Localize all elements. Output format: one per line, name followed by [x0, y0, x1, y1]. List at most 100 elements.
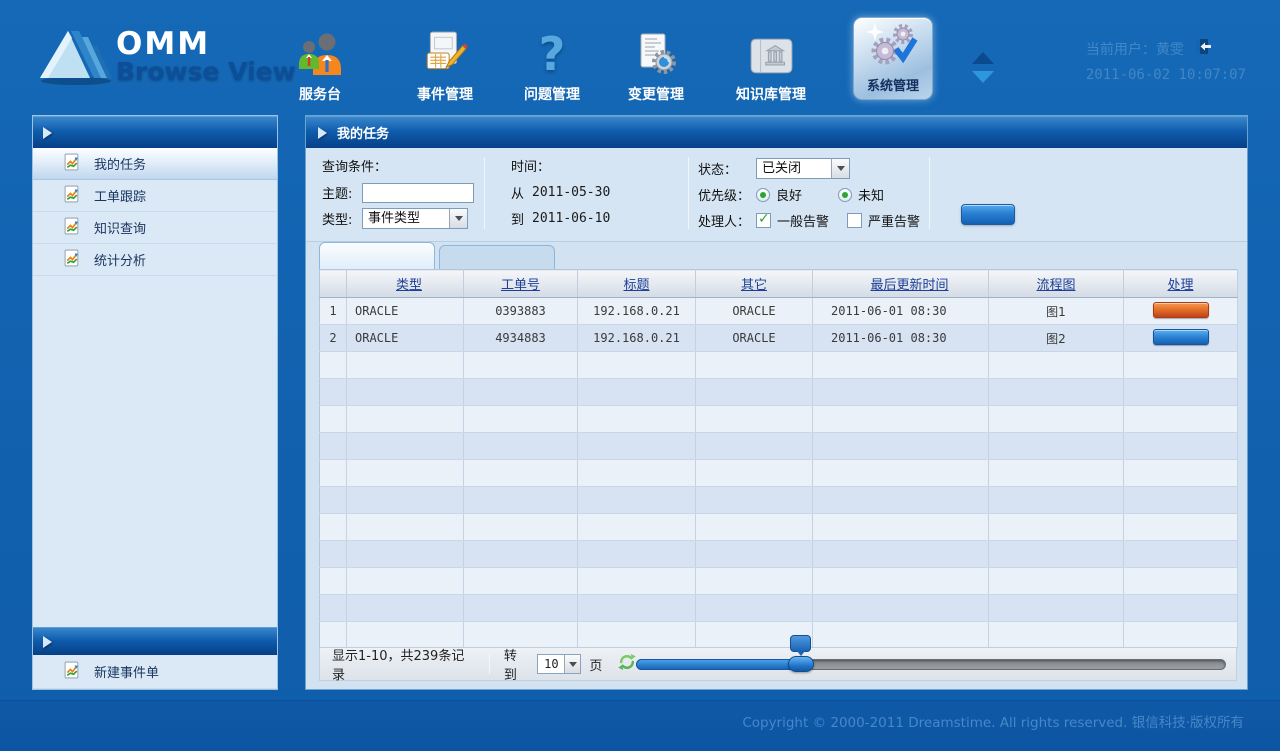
cell-flow [989, 352, 1124, 379]
sidebar-top-bar [33, 116, 277, 148]
cell-updated: 2011-06-01 08:30 [813, 298, 989, 325]
row-action-button[interactable] [1153, 329, 1209, 345]
header-index [320, 270, 347, 298]
cell-index [320, 568, 347, 595]
handler-checkbox-general[interactable] [756, 213, 771, 228]
handler-checkbox-severe[interactable] [847, 213, 862, 228]
tab-2[interactable] [439, 245, 555, 269]
cell-type [347, 541, 464, 568]
from-date-value: 2011-05-30 [532, 185, 610, 200]
header-action[interactable]: 处理 [1124, 270, 1238, 298]
cell-title [578, 352, 696, 379]
page-footer: Copyright © 2000-2011 Dreamstime. All ri… [0, 700, 1280, 751]
handler-option-label: 严重告警 [868, 211, 920, 230]
page-select-value: 10 [538, 655, 564, 673]
cell-other [696, 406, 813, 433]
cell-action [1124, 568, 1238, 595]
header-ticket-no[interactable]: 工单号 [464, 270, 578, 298]
row-action-button[interactable] [1153, 302, 1209, 318]
priority-radio-unknown[interactable] [838, 188, 852, 202]
cell-index [320, 433, 347, 460]
logout-icon[interactable] [1192, 38, 1211, 59]
cell-ticket_no [464, 406, 578, 433]
status-select[interactable]: 已关闭 [756, 158, 850, 179]
sidebar-item-label: 我的任务 [94, 154, 146, 173]
cell-action [1124, 298, 1238, 325]
cell-updated [813, 487, 989, 514]
people-icon [296, 25, 344, 77]
tab-1[interactable] [319, 242, 435, 269]
cell-index [320, 541, 347, 568]
panel-title: 我的任务 [337, 123, 389, 142]
table-row [320, 433, 1238, 460]
slider-handle[interactable] [788, 656, 814, 672]
sidebar-item-new-incident[interactable]: 新建事件单 [33, 655, 277, 689]
logo-triangle-icon [38, 24, 114, 86]
nav-item-system-mgmt[interactable]: 系统管理 [853, 17, 933, 100]
cell-title [578, 622, 696, 649]
panel-header: 我的任务 [306, 116, 1247, 148]
priority-radio-good[interactable] [756, 188, 770, 202]
book-icon [747, 25, 795, 77]
cell-ticket_no [464, 352, 578, 379]
cell-ticket_no [464, 460, 578, 487]
header-flow[interactable]: 流程图 [989, 270, 1124, 298]
priority-option-label: 未知 [858, 185, 884, 204]
sidebar-item-label: 新建事件单 [94, 662, 159, 681]
table-row [320, 541, 1238, 568]
sidebar-item-ticket-tracking[interactable]: 工单跟踪 [33, 180, 277, 212]
cell-type [347, 352, 464, 379]
header-title[interactable]: 标题 [578, 270, 696, 298]
copyright-text: Copyright © 2000-2011 Dreamstime. All ri… [742, 715, 1244, 731]
cell-flow [989, 433, 1124, 460]
sidebar-item-statistics[interactable]: 统计分析 [33, 244, 277, 276]
cell-type [347, 379, 464, 406]
scroll-up-icon[interactable] [972, 52, 994, 64]
header-type[interactable]: 类型 [347, 270, 464, 298]
sidebar: 我的任务 工单跟踪 知识查询 [32, 115, 278, 690]
cell-flow [989, 595, 1124, 622]
nav-item-service-desk[interactable]: 服务台 [272, 16, 368, 104]
slider-tooltip [790, 635, 811, 652]
table-row [320, 568, 1238, 595]
cell-updated: 2011-06-01 08:30 [813, 325, 989, 352]
cell-action [1124, 541, 1238, 568]
refresh-icon[interactable] [618, 653, 636, 675]
chevron-down-icon[interactable] [564, 655, 580, 673]
cell-index [320, 595, 347, 622]
cell-other: ORACLE [696, 325, 813, 352]
cell-title [578, 487, 696, 514]
sidebar-item-knowledge-query[interactable]: 知识查询 [33, 212, 277, 244]
header-updated[interactable]: 最后更新时间 [813, 270, 989, 298]
cell-updated [813, 352, 989, 379]
nav-item-problem-mgmt[interactable]: ? 问题管理 [504, 16, 600, 104]
header-other[interactable]: 其它 [696, 270, 813, 298]
cell-ticket_no [464, 433, 578, 460]
doc-chart-icon [63, 185, 81, 207]
cell-updated [813, 514, 989, 541]
nav-item-knowledge-mgmt[interactable]: 知识库管理 [723, 16, 819, 104]
nav-item-incident-mgmt[interactable]: 事件管理 [397, 16, 493, 104]
page-select[interactable]: 10 [537, 654, 581, 674]
cell-ticket_no [464, 514, 578, 541]
doc-chart-icon [63, 217, 81, 239]
cell-action [1124, 514, 1238, 541]
goto-label: 转到 [504, 645, 530, 683]
search-button[interactable] [961, 204, 1015, 225]
type-select[interactable]: 事件类型 [362, 208, 468, 229]
nav-item-change-mgmt[interactable]: 变更管理 [608, 16, 704, 104]
cell-index [320, 352, 347, 379]
chevron-down-icon[interactable] [449, 209, 467, 228]
sidebar-item-my-tasks[interactable]: 我的任务 [33, 148, 277, 180]
cell-action [1124, 460, 1238, 487]
cell-ticket_no [464, 487, 578, 514]
divider [484, 157, 485, 229]
scroll-down-icon[interactable] [972, 71, 994, 83]
cell-ticket_no [464, 379, 578, 406]
chevron-down-icon[interactable] [831, 159, 849, 178]
subject-input[interactable] [362, 183, 474, 203]
cell-action [1124, 406, 1238, 433]
document-pencil-icon [421, 25, 469, 77]
table-row [320, 406, 1238, 433]
cell-index: 1 [320, 298, 347, 325]
